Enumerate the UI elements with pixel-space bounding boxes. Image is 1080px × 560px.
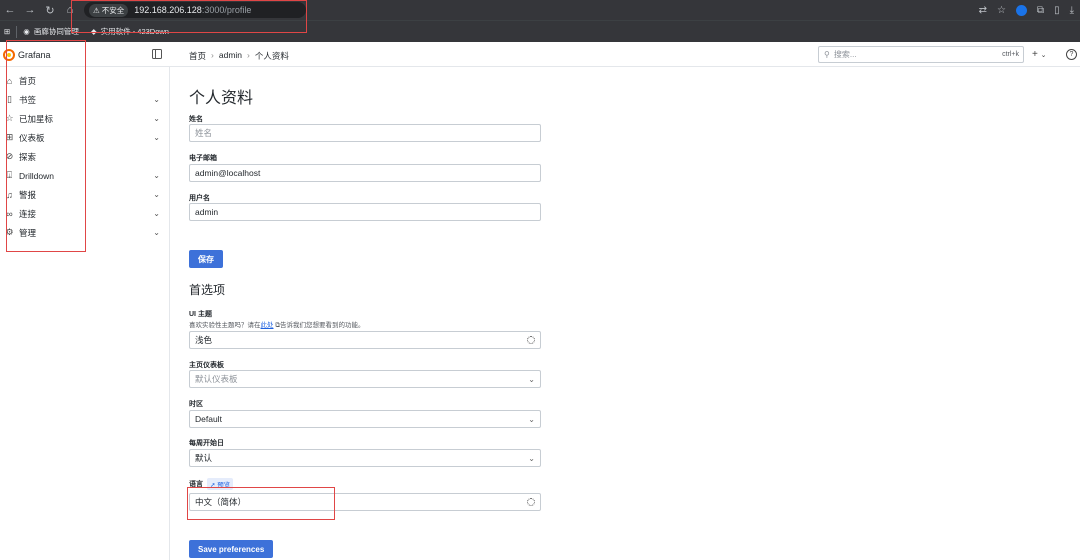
grafana-logo-icon[interactable] [3,49,15,61]
chevron-down-icon[interactable]: ⌄ [153,171,160,180]
chevron-down-icon: ⌄ [528,374,535,384]
warning-icon: ⚠ [93,5,100,15]
sidebar-item-explore[interactable]: ⊘ 探索 [0,148,168,165]
chevron-down-icon: ⌄ [528,414,535,424]
page-title: 个人资料 [189,90,254,107]
app-name: Grafana [18,50,51,60]
chevron-down-icon: ⌄ [528,453,535,463]
bookmarks-bar: ⊞ ◉ 画廊协同管理 ◆ 实用软件 - 423Down [0,20,1080,42]
download-icon[interactable]: ⤓ [1070,5,1074,16]
translate-icon[interactable]: ⇄ [979,5,987,16]
name-label: 姓名 [189,116,203,123]
home-dashboard-label: 主页仪表板 [189,362,224,369]
feedback-link[interactable]: 此处 [261,322,274,329]
chevron-down-icon[interactable]: ⌄ [153,228,160,237]
forward-icon[interactable]: → [20,0,40,20]
sidebar-item-drilldown[interactable]: ⍗ Drilldown ⌄ [0,167,168,184]
profile-icon[interactable] [1015,4,1027,16]
sidebar-item-connections[interactable]: ∞ 连接 ⌄ [0,205,168,222]
main-content: 个人资料 姓名 姓名 电子邮箱 admin@localhost 用户名 admi… [171,67,1080,560]
search-icon: ⚲ [824,50,830,59]
apps-grid-icon[interactable]: ⊞ [4,27,10,36]
chevron-right-icon: › [211,50,214,60]
dock-menu-icon[interactable] [152,49,162,59]
sidebar-item-bookmarks[interactable]: ▯ 书签 ⌄ [0,91,168,108]
week-start-label: 每周开始日 [189,440,224,447]
extensions-icon[interactable]: ⧉ [1037,5,1044,16]
back-icon[interactable]: ← [0,0,20,20]
timezone-label: 时区 [189,401,203,408]
theme-select[interactable]: 浅色 [189,331,541,349]
search-shortcut: ctrl+k [1002,51,1019,58]
app-topbar: Grafana 首页 › admin › 个人资料 ⚲ 搜索... ctrl+k… [0,43,1080,67]
sidebar-item-home[interactable]: ⌂ 首页 [0,72,168,89]
star-icon: ☆ [5,113,14,123]
loading-spinner-icon [527,498,535,506]
sidebar-item-alerting[interactable]: ♫ 警报 ⌄ [0,186,168,203]
chevron-down-icon[interactable]: ⌄ [153,190,160,199]
save-preferences-button[interactable]: Save preferences [189,540,274,558]
search-input[interactable]: ⚲ 搜索... ctrl+k [818,46,1024,63]
reload-icon[interactable]: ↻ [40,0,60,20]
breadcrumb: 首页 › admin › 个人资料 [189,50,289,62]
theme-label: UI 主题 [189,311,212,318]
search-placeholder: 搜索... [833,50,857,59]
bookmark-star-icon[interactable]: ☆ [997,5,1006,16]
sidebar-item-starred[interactable]: ☆ 已加星标 ⌄ [0,110,168,127]
drilldown-icon: ⍗ [6,170,13,180]
save-profile-button[interactable]: 保存 [189,250,223,268]
sidebar: ⌂ 首页 ▯ 书签 ⌄ ☆ 已加星标 ⌄ ⊞ 仪表板 ⌄ ⊘ 探索 ⍗ Dril… [0,67,170,560]
new-button[interactable]: + ⌄ [1032,49,1047,60]
bookmark-icon: ▯ [7,94,12,104]
breadcrumb-admin[interactable]: admin [219,50,242,62]
rocket-icon: ➚ [210,482,216,489]
chevron-down-icon[interactable]: ⌄ [153,95,160,104]
url-path: :3000/profile [201,5,252,15]
loading-spinner-icon [527,336,535,344]
language-select[interactable]: 中文（简体） [189,493,541,511]
home-icon: ⌂ [6,75,13,86]
preferences-title: 首选项 [189,283,226,297]
chevron-down-icon[interactable]: ⌄ [153,114,160,123]
divider [16,25,18,38]
address-bar[interactable]: ⚠ 不安全 192.168.206.128:3000/profile [84,2,306,18]
breadcrumb-current: 个人资料 [254,51,289,61]
insecure-badge[interactable]: ⚠ 不安全 [89,3,129,17]
email-label: 电子邮箱 [189,155,217,162]
url-host: 192.168.206.128 [134,5,202,15]
chevron-down-icon[interactable]: ⌄ [153,133,160,142]
home-dashboard-select[interactable]: 默认仪表板 ⌄ [189,370,541,388]
breadcrumb-home[interactable]: 首页 [189,50,206,62]
theme-description: 喜欢实验性主题吗？请在此处 ⧉告诉我们您想要看到的功能。 [189,322,365,329]
browser-toolbar: ← → ↻ ⌂ ⚠ 不安全 192.168.206.128:3000/profil… [0,0,1080,20]
home-browser-icon[interactable]: ⌂ [60,0,80,20]
chevron-right-icon: › [247,50,250,60]
username-field[interactable]: admin [189,203,541,221]
timezone-select[interactable]: Default ⌄ [189,410,541,428]
bookmark-item[interactable]: ◆ 实用软件 - 423Down [91,26,169,37]
help-icon[interactable]: ? [1066,49,1077,60]
cog-icon: ⚙ [5,227,14,237]
chevron-down-icon[interactable]: ⌄ [153,209,160,218]
language-label: 语言 [189,481,203,488]
preview-badge: ➚ 预览 [207,478,234,490]
apps-icon: ⊞ [5,132,14,142]
browser-actions: ⇄ ☆ ⧉ ▯ ⤓ [979,0,1074,20]
site-icon: ◆ [90,27,97,36]
link-icon: ∞ [6,208,13,219]
bookmark-item[interactable]: ◉ 画廊协同管理 [23,26,79,37]
globe-icon: ◉ [23,27,30,36]
sidebar-item-dashboards[interactable]: ⊞ 仪表板 ⌄ [0,129,168,146]
sidepanel-icon[interactable]: ▯ [1054,5,1060,16]
chevron-down-icon: ⌄ [1040,52,1047,59]
compass-icon: ⊘ [5,151,14,161]
name-field[interactable]: 姓名 [189,124,541,142]
bell-icon: ♫ [6,189,13,200]
week-start-select[interactable]: 默认 ⌄ [189,449,541,467]
username-label: 用户名 [189,195,210,202]
sidebar-item-administration[interactable]: ⚙ 管理 ⌄ [0,224,168,241]
email-field[interactable]: admin@localhost [189,164,541,182]
